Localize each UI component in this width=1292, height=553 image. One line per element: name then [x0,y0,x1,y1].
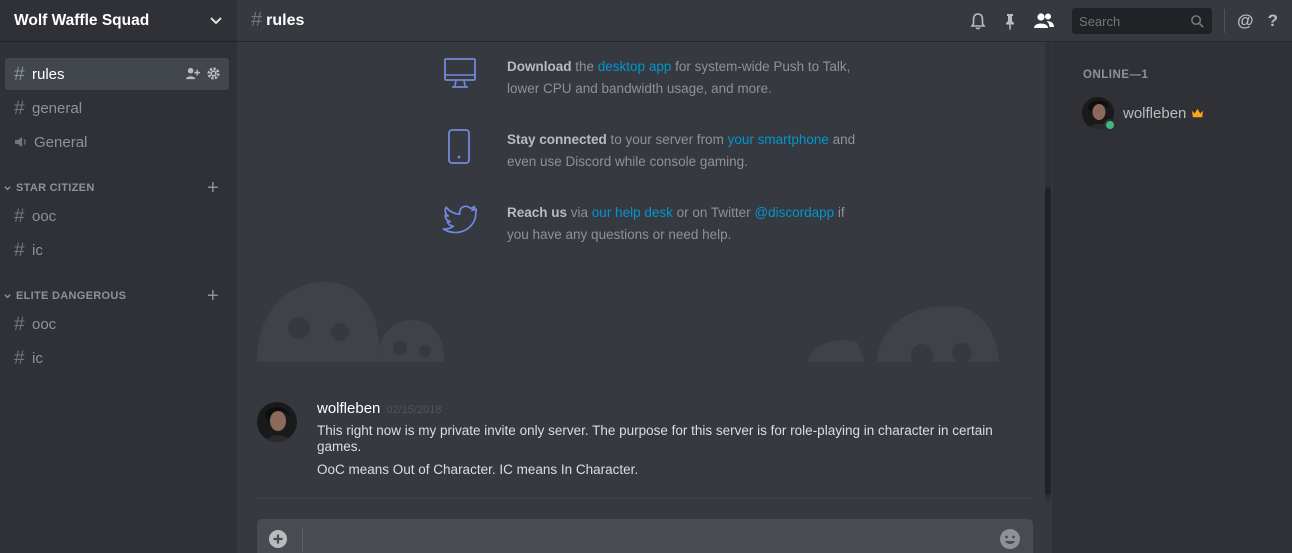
message-composer [257,519,1033,553]
search-box[interactable] [1072,8,1213,34]
discordapp-twitter-link[interactable]: @discordapp [754,205,834,220]
channel-general[interactable]: # general [5,92,229,124]
channel-name: General [34,133,88,151]
channel-ooc[interactable]: # ooc [5,200,229,232]
feature-copy: to your server from [606,132,728,147]
channel-header: # rules @ ? [237,0,1292,42]
hash-icon: # [14,63,25,85]
invite-icon[interactable] [185,66,200,81]
hash-icon: # [14,313,25,335]
plus-icon[interactable]: + [207,178,219,198]
member-group-label: ONLINE—1 [1083,69,1149,81]
channel-list: # rules # general General STAR CITIZEN +… [0,42,237,374]
feature-text: Download the desktop app for system-wide… [507,56,867,100]
chevron-down-icon [4,185,11,190]
message-text: OoC means Out of Character. IC means In … [317,462,639,477]
monitor-icon [444,58,476,88]
feature-title: Download [507,59,572,74]
smartphone-icon [448,129,470,164]
channel-ooc[interactable]: # ooc [5,308,229,340]
feature-copy: the [571,59,598,74]
toolbar-divider [1224,9,1226,33]
channel-ic[interactable]: # ic [5,234,229,266]
feature-copy: via [567,205,592,220]
message-author[interactable]: wolfleben [317,400,380,417]
channel-ic[interactable]: # ic [5,342,229,374]
avatar[interactable] [1082,97,1116,131]
twitter-icon [442,205,478,234]
member-list: ONLINE—1 wolfleben [1052,42,1292,553]
member-name: wolfleben [1123,104,1187,122]
message-divider [255,498,1033,499]
help-icon[interactable]: ? [1268,11,1278,31]
server-header[interactable]: Wolf Waffle Squad [0,0,237,42]
message-input[interactable] [303,519,999,553]
avatar[interactable] [257,402,297,442]
members-icon[interactable] [1032,11,1056,31]
channel-title-text: rules [266,11,305,29]
channel-tools [185,66,221,81]
channel-name: ic [32,349,43,367]
smartphone-link[interactable]: your smartphone [728,132,829,147]
chevron-down-icon [210,16,222,24]
chat-area: Download the desktop app for system-wide… [237,42,1052,553]
gear-icon[interactable] [206,66,221,81]
voice-channel-general[interactable]: General [5,126,229,158]
hash-icon: # [14,347,25,369]
channel-name: general [32,99,83,117]
category-star-citizen[interactable]: STAR CITIZEN + [0,176,237,200]
crown-icon [1192,108,1204,117]
plus-icon[interactable]: + [207,286,219,306]
category-name: ELITE DANGEROUS [16,290,127,302]
emoji-icon[interactable] [999,528,1021,550]
online-status-indicator [1104,119,1116,131]
chevron-down-icon [4,293,11,298]
channel-name: ooc [32,207,57,225]
desktop-app-link[interactable]: desktop app [598,59,672,74]
hash-icon: # [14,205,25,227]
server-name: Wolf Waffle Squad [14,11,150,29]
search-input[interactable] [1079,13,1180,29]
hash-icon: # [251,9,263,31]
category-elite-dangerous[interactable]: ELITE DANGEROUS + [0,284,237,308]
message-timestamp: 02/15/2018 [386,404,442,416]
at-icon[interactable]: @ [1237,11,1254,31]
hash-icon: # [14,239,25,261]
channel-title: # rules [237,9,304,32]
search-icon[interactable] [1190,14,1205,29]
feature-text: Stay connected to your server from your … [507,129,867,173]
message-text: This right now is my private invite only… [317,423,993,454]
feature-text: Reach us via our help desk or on Twitter… [507,202,867,246]
channel-sidebar: Wolf Waffle Squad # rules # general Gene… [0,0,237,553]
channel-rules[interactable]: # rules [5,58,229,90]
feature-title: Stay connected [507,132,607,147]
add-circle-icon[interactable] [268,529,288,549]
chat-scrollbar[interactable] [1042,42,1052,502]
feature-title: Reach us [507,205,568,220]
header-toolbar: @ ? [968,0,1292,42]
message-body: wolfleben 02/15/2018 This right now is m… [317,400,1017,478]
member-item[interactable]: wolfleben [1082,96,1282,131]
wumpus-background-art [257,282,999,362]
message-header: wolfleben 02/15/2018 [317,400,1017,420]
scrollbar-thumb[interactable] [1045,187,1051,495]
feature-copy: or on Twitter [672,205,755,220]
channel-name: rules [32,65,65,83]
channel-name: ic [32,241,43,259]
category-name: STAR CITIZEN [16,182,95,194]
help-desk-link[interactable]: our help desk [592,205,673,220]
bell-icon[interactable] [968,11,988,31]
channel-name: ooc [32,315,57,333]
hash-icon: # [14,97,25,119]
pin-icon[interactable] [1000,11,1020,31]
speaker-icon [15,137,26,147]
